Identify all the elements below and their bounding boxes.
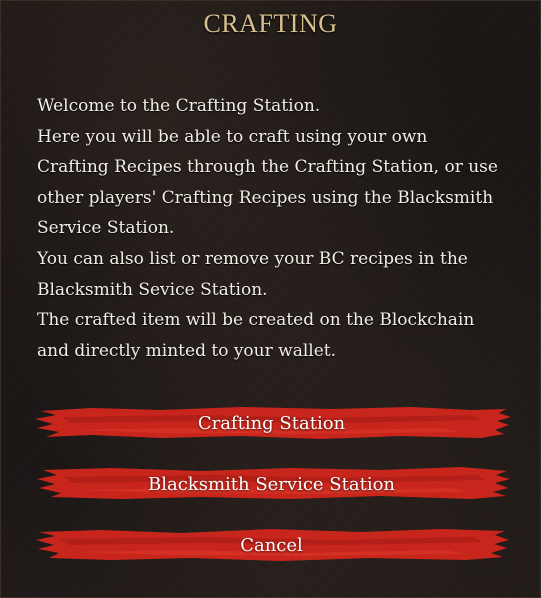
dialog-description: Welcome to the Crafting Station. Here yo… [37,91,517,366]
crafting-station-button[interactable]: Crafting Station [1,403,540,443]
description-line: Here you will be able to craft using you… [37,126,428,147]
cancel-label: Cancel [240,534,303,556]
cancel-button[interactable]: Cancel [1,525,540,565]
description-line: The crafted item will be created on the … [37,310,475,331]
description-line: You can also list or remove your BC reci… [37,248,468,269]
description-line: Welcome to the Crafting Station. [37,96,321,116]
crafting-station-label: Crafting Station [197,412,346,434]
crafting-dialog: CRAFTING Welcome to the Crafting Station… [0,0,541,598]
description-line: Crafting Recipes through the Crafting St… [37,157,498,178]
description-line: other players' Crafting Recipes using th… [37,187,494,208]
description-line: and directly minted to your wallet. [37,340,337,361]
description-line: Blacksmith Sevice Station. [37,279,268,300]
description-line: Service Station. [37,218,175,239]
blacksmith-service-station-label: Blacksmith Service Station [148,473,395,495]
dialog-title: CRAFTING [203,9,338,38]
blacksmith-service-station-button[interactable]: Blacksmith Service Station [1,464,540,504]
